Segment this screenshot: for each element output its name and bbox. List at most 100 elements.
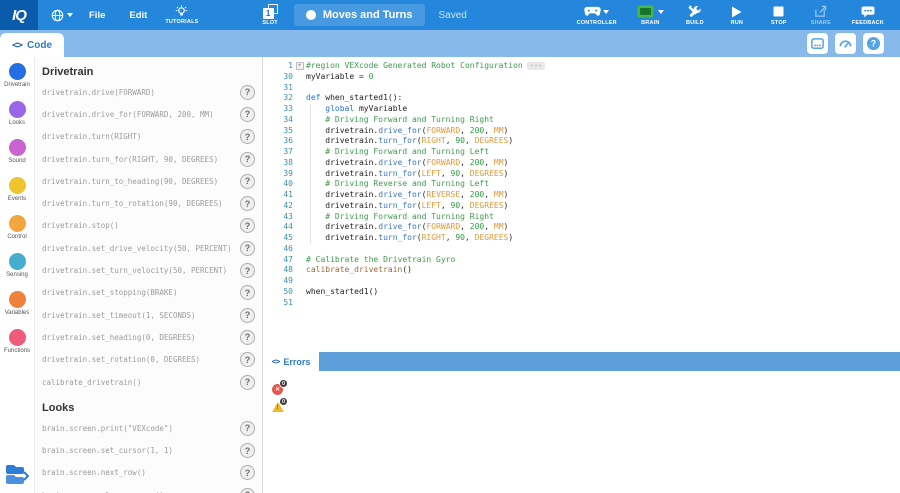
code-line[interactable]: 37 # Driving Forward and Turning Left (263, 147, 900, 158)
command-help-button[interactable]: ? (240, 241, 255, 256)
code-line[interactable]: 32def when_started1(): (263, 93, 900, 104)
palette-command-row[interactable]: calibrate_drivetrain()? (35, 371, 262, 393)
controller-button[interactable]: CONTROLLER (571, 4, 623, 26)
category-label: Drivetrain (4, 82, 30, 88)
build-button[interactable]: BUILD (678, 4, 712, 26)
palette-command-text: drivetrain.set_drive_velocity(50, PERCEN… (42, 244, 232, 253)
command-help-button[interactable]: ? (240, 85, 255, 100)
command-help-button[interactable]: ? (240, 285, 255, 300)
palette-command-row[interactable]: drivetrain.set_timeout(1, SECONDS)? (35, 304, 262, 326)
palette-command-row[interactable]: drivetrain.drive_for(FORWARD, 200, MM)? (35, 103, 262, 125)
code-line[interactable]: 48calibrate_drivetrain() (263, 265, 900, 276)
switch-to-blocks-button[interactable] (4, 463, 31, 488)
palette-command-row[interactable]: drivetrain.set_turn_velocity(50, PERCENT… (35, 259, 262, 281)
code-line[interactable]: 34 # Driving Forward and Turning Right (263, 115, 900, 126)
chevron-down-icon (658, 10, 664, 14)
line-number: 30 (263, 72, 293, 83)
code-content: # Driving Forward and Turning Right (306, 212, 900, 223)
code-line[interactable]: 50when_started1() (263, 287, 900, 298)
category-looks[interactable]: Looks (0, 101, 34, 139)
share-button[interactable]: SHARE (804, 4, 838, 26)
code-line[interactable]: 30myVariable = 0 (263, 72, 900, 83)
code-line[interactable]: 1+#region VEXcode Generated Robot Config… (263, 61, 900, 72)
code-line[interactable]: 49 (263, 276, 900, 287)
palette-command-row[interactable]: drivetrain.set_stopping(BRAKE)? (35, 282, 262, 304)
category-sound[interactable]: Sound (0, 139, 34, 177)
stop-button[interactable]: STOP (762, 4, 796, 26)
code-line[interactable]: 33 global myVariable (263, 104, 900, 115)
category-variables[interactable]: Variables (0, 291, 34, 329)
command-help-button[interactable]: ? (240, 421, 255, 436)
palette-command-row[interactable]: drivetrain.turn_to_heading(90, DEGREES)? (35, 170, 262, 192)
command-help-button[interactable]: ? (240, 174, 255, 189)
run-button[interactable]: RUN (720, 4, 754, 26)
command-help-button[interactable]: ? (240, 129, 255, 144)
category-drivetrain[interactable]: Drivetrain (0, 63, 34, 101)
code-line[interactable]: 42 drivetrain.turn_for(LEFT, 90, DEGREES… (263, 201, 900, 212)
folded-ellipsis[interactable]: ··· (527, 62, 546, 70)
command-help-button[interactable]: ? (240, 488, 255, 493)
palette-command-row[interactable]: brain.screen.print("VEXcode")? (35, 417, 262, 439)
command-help-button[interactable]: ? (240, 263, 255, 278)
palette-command-row[interactable]: drivetrain.drive(FORWARD)? (35, 81, 262, 103)
category-control[interactable]: Control (0, 215, 34, 253)
fold-expand-icon[interactable]: + (296, 62, 304, 70)
slot-button[interactable]: 1 SLOT (256, 4, 283, 26)
palette-command-row[interactable]: brain.screen.set_cursor(1, 1)? (35, 439, 262, 461)
code-line[interactable]: 35 drivetrain.drive_for(FORWARD, 200, MM… (263, 126, 900, 137)
palette-command-row[interactable]: brain.screen.next_row()? (35, 462, 262, 484)
tab-code[interactable]: <> Code (0, 33, 64, 57)
code-line[interactable]: 51 (263, 298, 900, 309)
code-line[interactable]: 47# Calibrate the Drivetrain Gyro (263, 255, 900, 266)
code-editor[interactable]: 1+#region VEXcode Generated Robot Config… (263, 57, 900, 352)
category-events[interactable]: Events (0, 177, 34, 215)
code-line[interactable]: 41 drivetrain.drive_for(REVERSE, 200, MM… (263, 190, 900, 201)
palette-command-row[interactable]: drivetrain.turn_for(RIGHT, 90, DEGREES)? (35, 148, 262, 170)
category-label: Looks (9, 120, 25, 126)
dashboard-gauge-button[interactable] (835, 33, 856, 54)
code-line[interactable]: 39 drivetrain.turn_for(LEFT, 90, DEGREES… (263, 169, 900, 180)
save-status: Saved (439, 10, 467, 21)
main-area: Drivetrain Looks SoundEventsControlSensing… (0, 57, 900, 493)
tutorials-button[interactable]: TUTORIALS (159, 5, 204, 25)
command-help-button[interactable]: ? (240, 352, 255, 367)
palette-command-row[interactable]: brain.screen.clear_screen()? (35, 484, 262, 493)
fold-column (293, 233, 306, 244)
palette-command-row[interactable]: drivetrain.turn(RIGHT)? (35, 126, 262, 148)
code-line[interactable]: 38 drivetrain.drive_for(FORWARD, 200, MM… (263, 158, 900, 169)
tab-errors[interactable]: <> Errors (263, 352, 319, 371)
feedback-button[interactable]: FEEDBACK (846, 4, 890, 26)
language-menu-button[interactable] (47, 7, 77, 24)
code-line[interactable]: 36 drivetrain.turn_for(RIGHT, 90, DEGREE… (263, 136, 900, 147)
palette-command-text: drivetrain.drive(FORWARD) (42, 88, 155, 97)
code-line[interactable]: 45 drivetrain.turn_for(RIGHT, 90, DEGREE… (263, 233, 900, 244)
menu-file[interactable]: File (77, 10, 117, 21)
code-line[interactable]: 46 (263, 244, 900, 255)
palette-command-row[interactable]: drivetrain.stop()? (35, 215, 262, 237)
project-name-button[interactable]: Moves and Turns (294, 4, 425, 26)
palette-command-text: calibrate_drivetrain() (42, 378, 141, 387)
code-line[interactable]: 31 (263, 83, 900, 94)
command-help-button[interactable]: ? (240, 465, 255, 480)
command-help-button[interactable]: ? (240, 196, 255, 211)
code-line[interactable]: 44 drivetrain.drive_for(FORWARD, 200, MM… (263, 222, 900, 233)
category-functions[interactable]: Functions (0, 329, 34, 367)
code-line[interactable]: 40 # Driving Reverse and Turning Left (263, 179, 900, 190)
command-help-button[interactable]: ? (240, 152, 255, 167)
command-help-button[interactable]: ? (240, 375, 255, 390)
help-button[interactable]: ? (863, 33, 884, 54)
palette-command-row[interactable]: drivetrain.set_drive_velocity(50, PERCEN… (35, 237, 262, 259)
command-help-button[interactable]: ? (240, 330, 255, 345)
command-help-button[interactable]: ? (240, 218, 255, 233)
brain-button[interactable]: BRAIN (631, 4, 670, 26)
palette-command-row[interactable]: drivetrain.turn_to_rotation(90, DEGREES)… (35, 192, 262, 214)
command-help-button[interactable]: ? (240, 443, 255, 458)
palette-command-row[interactable]: drivetrain.set_rotation(0, DEGREES)? (35, 349, 262, 371)
command-help-button[interactable]: ? (240, 308, 255, 323)
menu-edit[interactable]: Edit (117, 10, 159, 21)
code-line[interactable]: 43 # Driving Forward and Turning Right (263, 212, 900, 223)
command-help-button[interactable]: ? (240, 107, 255, 122)
device-console-button[interactable] (807, 33, 828, 54)
palette-command-row[interactable]: drivetrain.set_heading(0, DEGREES)? (35, 326, 262, 348)
category-sensing[interactable]: Sensing (0, 253, 34, 291)
